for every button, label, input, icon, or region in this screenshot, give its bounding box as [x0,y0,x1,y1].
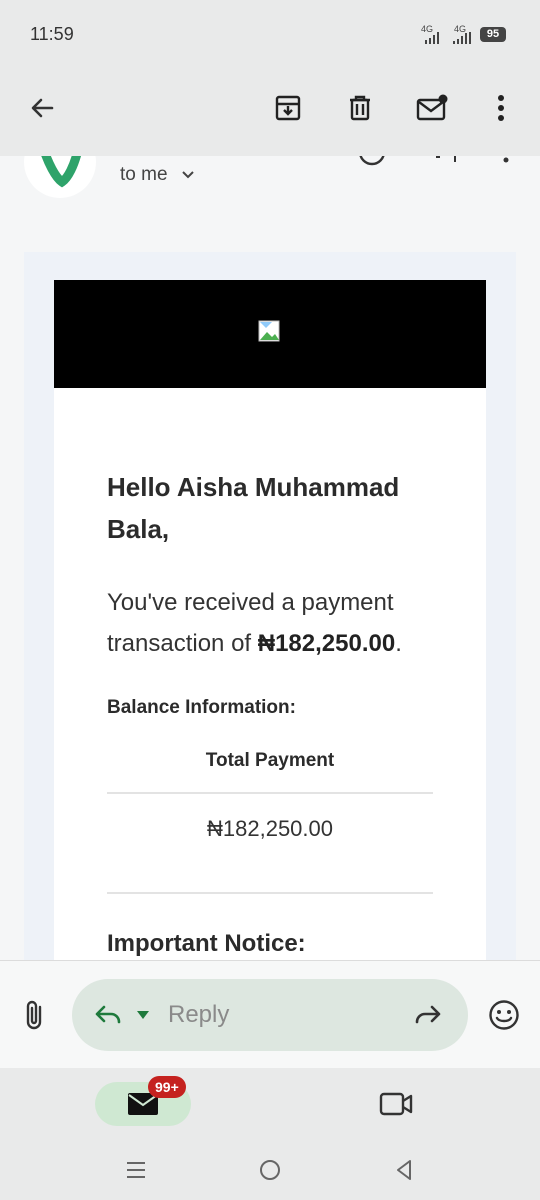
sender-avatar[interactable] [24,156,96,198]
reply-input[interactable]: Reply [72,979,468,1051]
more-vert-icon[interactable] [477,84,525,132]
forward-icon[interactable] [414,1003,444,1027]
unread-count-badge: 99+ [148,1076,186,1098]
recipient-label: to me [120,164,168,185]
back-nav-icon[interactable] [380,1146,428,1194]
reply-placeholder: Reply [168,1001,230,1028]
status-bar: 11:59 4G 4G 95 [0,0,540,70]
header-partial-icons [359,156,509,166]
recent-apps-icon[interactable] [112,1146,160,1194]
reply-bar: Reply [0,960,540,1069]
chevron-down-icon [182,171,194,179]
important-notice-title: Important Notice: [107,930,306,957]
header-banner [54,280,486,388]
recipient-details-toggle[interactable]: to me [120,164,195,186]
status-time: 11:59 [30,24,74,44]
email-card: Hello Aisha Muhammad Bala, You've receiv… [54,280,486,960]
table-divider [107,792,433,794]
greeting-heading: Hello Aisha Muhammad Bala, [107,472,400,544]
archive-icon[interactable] [264,84,312,132]
table-header: Total Payment [205,750,335,771]
home-icon[interactable] [246,1146,294,1194]
broken-image-icon [258,320,280,342]
table-value: ₦182,250.00 [207,816,333,841]
reply-icon[interactable] [94,1003,124,1027]
message-suffix: . [395,630,402,657]
email-body-scroll[interactable]: to me Hello Aisha Muhammad Bala, You've … [0,156,540,960]
mark-unread-icon[interactable] [408,84,456,132]
battery-icon: 95 [480,27,506,42]
payment-message: You've received a payment transaction of… [107,582,457,664]
back-arrow-icon[interactable] [18,84,66,132]
message-amount: ₦182,250.00 [257,630,396,657]
attachment-icon[interactable] [12,991,60,1039]
balance-info-title: Balance Information: [107,697,296,718]
table-divider [107,892,433,894]
meet-video-icon[interactable] [372,1080,420,1128]
bottom-navigation: 99+ [0,1068,540,1200]
delete-icon[interactable] [336,84,384,132]
email-toolbar [0,70,540,156]
emoji-icon[interactable] [480,991,528,1039]
caret-down-icon[interactable] [136,1010,150,1020]
